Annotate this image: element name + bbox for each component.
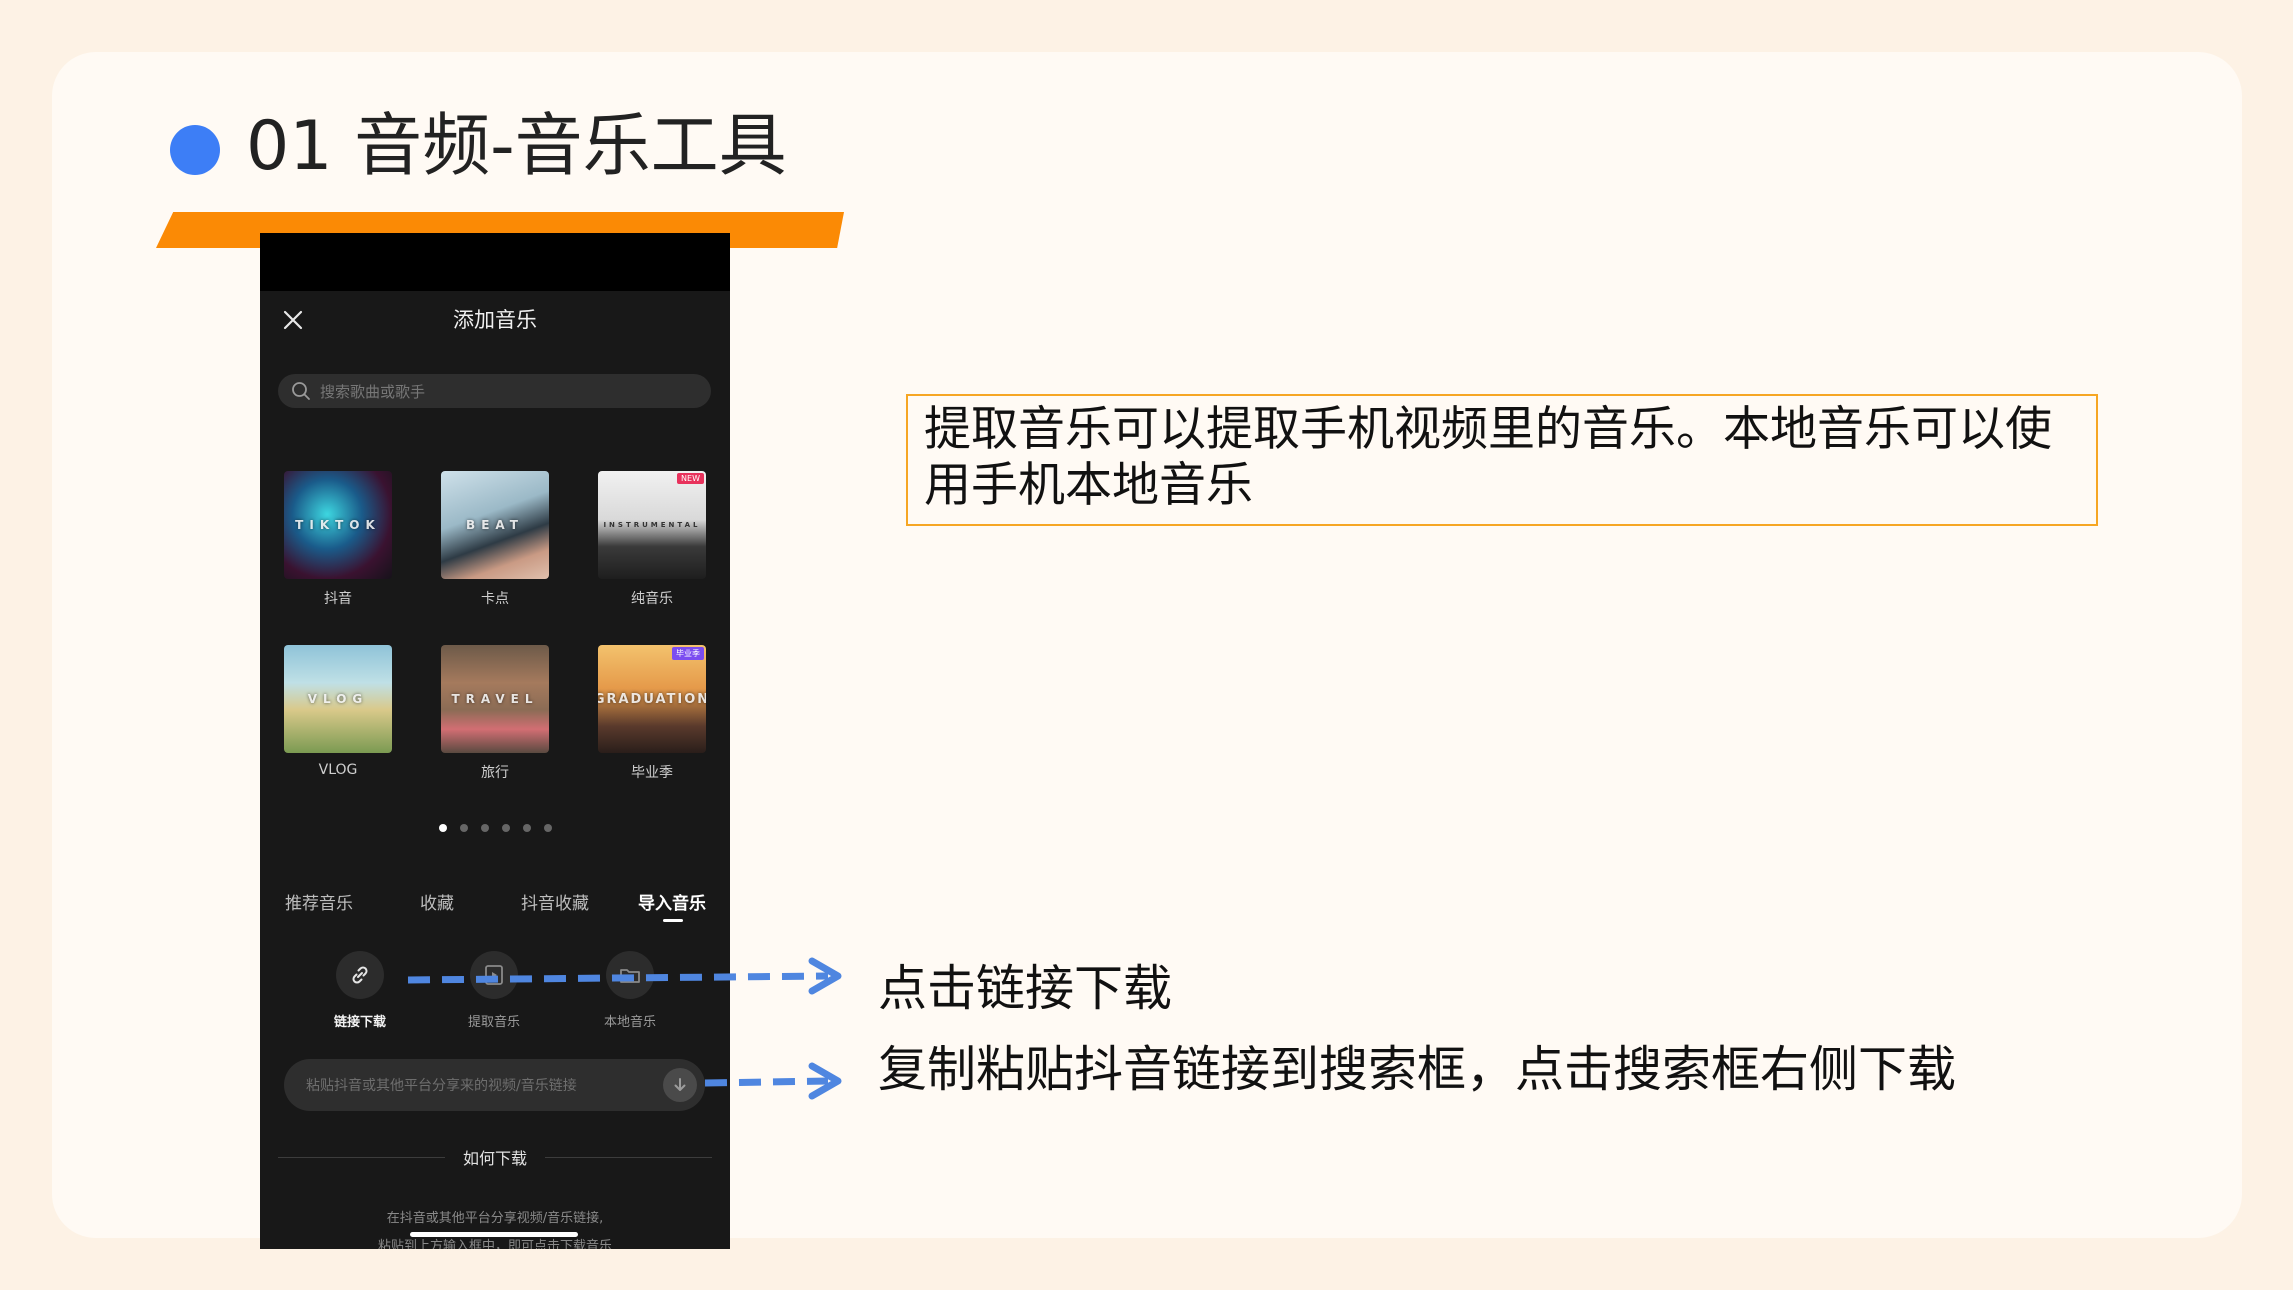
arrow-to-link-download xyxy=(407,957,842,995)
arrow-to-paste-input xyxy=(704,1062,842,1100)
annotation-paste-link: 复制粘贴抖音链接到搜索框，点击搜索框右侧下载 xyxy=(878,1041,1957,1098)
annotation-link-download: 点击链接下载 xyxy=(878,960,1173,1017)
